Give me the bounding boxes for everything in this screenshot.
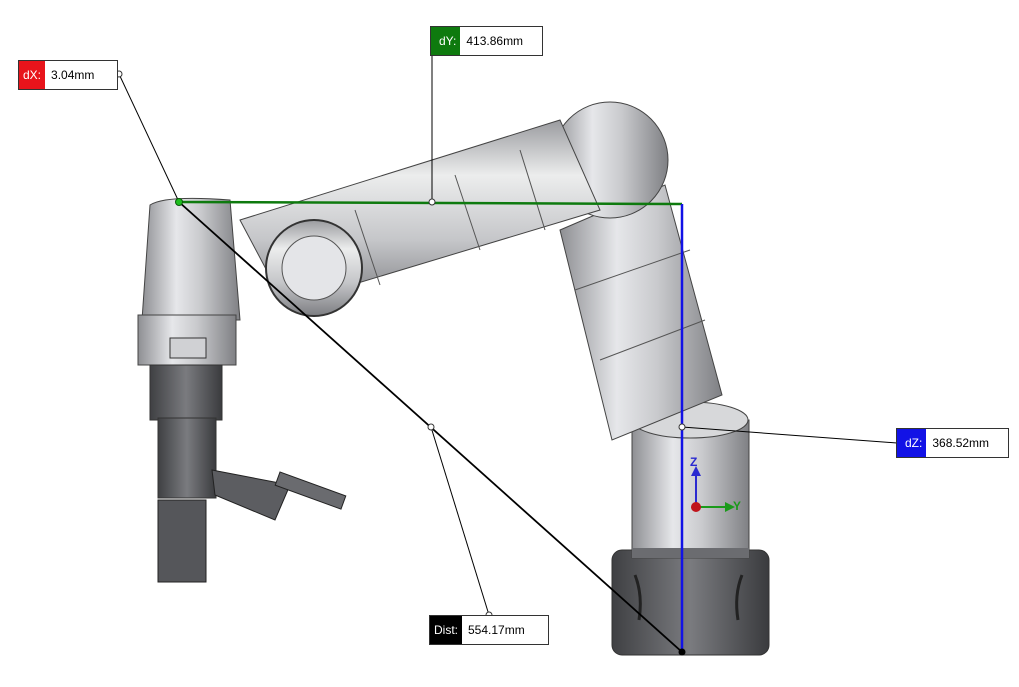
dz-label: dZ: [897, 429, 927, 457]
start-point [175, 198, 183, 206]
dz-value: 368.52mm [932, 436, 990, 450]
robot-base [611, 401, 770, 656]
dist-leader [430, 426, 490, 616]
dy-callout[interactable]: dY: 413.86mm [430, 26, 543, 56]
dx-label: dX: [19, 61, 46, 89]
dy-value: 413.86mm [466, 34, 524, 48]
dx-callout[interactable]: dX: 3.04mm [18, 60, 118, 90]
dz-callout[interactable]: dZ: 368.52mm [896, 428, 1009, 458]
robot-upper-arm [239, 119, 601, 317]
model-viewport[interactable] [0, 0, 1019, 687]
origin-icon [691, 502, 701, 512]
end-point [678, 648, 686, 656]
dist-label: Dist: [430, 616, 462, 644]
dx-leader [118, 73, 180, 203]
triad-y-label: Y [733, 499, 742, 513]
robot-lower-arm [551, 101, 723, 441]
dist-callout[interactable]: Dist: 554.17mm [429, 615, 549, 645]
triad-z-label: Z [690, 455, 698, 469]
dist-value: 554.17mm [468, 623, 525, 637]
dx-value: 3.04mm [51, 68, 95, 82]
dy-label: dY: [431, 27, 461, 55]
